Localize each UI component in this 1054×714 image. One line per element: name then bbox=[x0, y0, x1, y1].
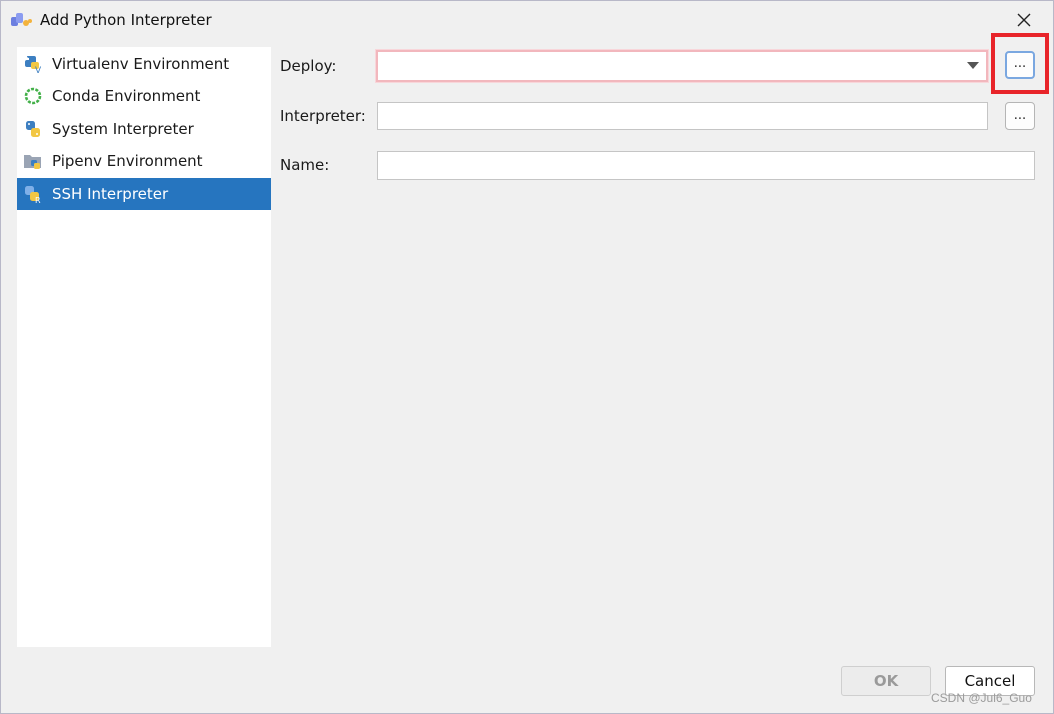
python-icon bbox=[22, 118, 44, 140]
sidebar-item-system-interpreter[interactable]: System Interpreter bbox=[17, 113, 271, 145]
python-interpreter-icon bbox=[11, 11, 33, 29]
sidebar-item-label: Pipenv Environment bbox=[52, 152, 203, 170]
sidebar-item-label: Conda Environment bbox=[52, 87, 201, 105]
sidebar-item-label: Virtualenv Environment bbox=[52, 55, 230, 73]
svg-text:V: V bbox=[35, 66, 42, 74]
interpreter-type-list: V Virtualenv Environment Conda Environme… bbox=[17, 47, 271, 647]
watermark: CSDN @Jul6_Guo bbox=[931, 691, 1032, 705]
sidebar-item-virtualenv[interactable]: V Virtualenv Environment bbox=[17, 48, 271, 80]
interpreter-field[interactable] bbox=[377, 102, 988, 130]
chevron-down-icon[interactable] bbox=[967, 62, 979, 69]
pipenv-icon bbox=[22, 150, 44, 172]
sidebar-item-label: SSH Interpreter bbox=[52, 185, 169, 203]
sidebar-item-label: System Interpreter bbox=[52, 120, 194, 138]
deploy-browse-button[interactable]: ... bbox=[1005, 51, 1035, 79]
sidebar-item-conda[interactable]: Conda Environment bbox=[17, 80, 271, 112]
ok-button[interactable]: OK bbox=[841, 666, 931, 696]
svg-text:R: R bbox=[35, 196, 41, 204]
interpreter-browse-button[interactable]: ... bbox=[1005, 102, 1035, 130]
window-title: Add Python Interpreter bbox=[40, 11, 212, 29]
sidebar-item-pipenv[interactable]: Pipenv Environment bbox=[17, 145, 271, 177]
deploy-select[interactable] bbox=[376, 50, 988, 82]
close-button[interactable] bbox=[1006, 5, 1042, 35]
virtualenv-icon: V bbox=[22, 53, 44, 75]
ssh-python-icon: R bbox=[22, 183, 44, 205]
sidebar-item-ssh-interpreter[interactable]: R SSH Interpreter bbox=[17, 178, 271, 210]
conda-icon bbox=[22, 85, 44, 107]
interpreter-label: Interpreter: bbox=[280, 107, 366, 125]
deploy-label: Deploy: bbox=[280, 57, 337, 75]
title-bar: Add Python Interpreter bbox=[1, 1, 1053, 39]
close-icon bbox=[1017, 13, 1031, 27]
name-field[interactable] bbox=[377, 151, 1035, 180]
name-label: Name: bbox=[280, 156, 330, 174]
